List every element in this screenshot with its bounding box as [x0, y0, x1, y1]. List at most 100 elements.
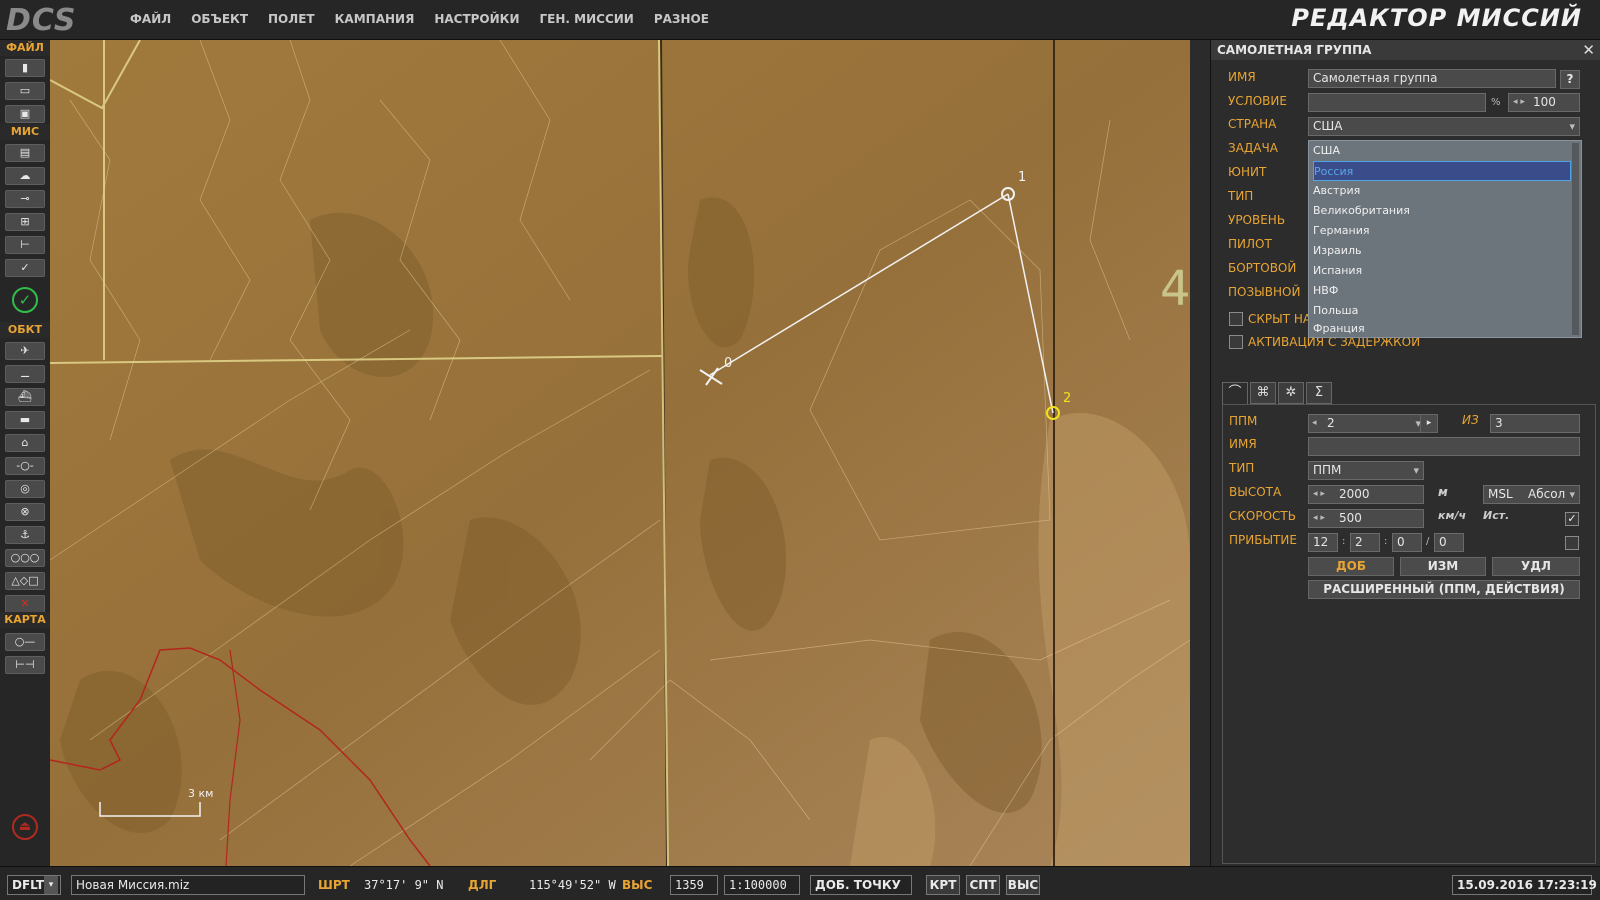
helicopter-icon[interactable]: ⚊: [5, 365, 45, 383]
help-button[interactable]: ?: [1560, 70, 1580, 89]
altitude-mode-button[interactable]: ВЫС: [1006, 875, 1040, 895]
dropdown-scrollbar[interactable]: [1572, 143, 1579, 335]
map-view[interactable]: 4 0 1 2 3 км: [50, 40, 1190, 866]
altitude-spinner[interactable]: ◂ ▸ 2000: [1308, 485, 1424, 504]
chevron-down-icon[interactable]: ▾: [44, 876, 58, 894]
longitude-label: ДЛГ: [468, 878, 497, 892]
menu-mission-generator[interactable]: ГЕН. МИССИИ: [530, 12, 644, 26]
country-option[interactable]: Германия: [1313, 221, 1571, 241]
arrival-second[interactable]: 0: [1434, 533, 1464, 552]
country-option[interactable]: Израиль: [1313, 241, 1571, 261]
country-dropdown-list[interactable]: США Россия Австрия Великобритания Герман…: [1308, 140, 1582, 338]
time-separator: :: [1384, 536, 1388, 547]
briefing-icon[interactable]: ▤: [5, 144, 45, 162]
waypoint-icon[interactable]: -○-: [5, 457, 45, 475]
delete-icon[interactable]: ✕: [5, 595, 45, 613]
wp-name-input[interactable]: [1308, 437, 1580, 456]
altitude-ref-select[interactable]: MSL Абсол: [1483, 485, 1580, 504]
bullseye-icon[interactable]: ⚓: [5, 526, 45, 544]
ship-icon[interactable]: ⛴: [5, 388, 45, 406]
next-waypoint-icon[interactable]: ▸: [1420, 414, 1438, 433]
check-icon[interactable]: ✓: [5, 259, 45, 277]
wp-type-select[interactable]: ППМ: [1308, 461, 1424, 480]
failures-icon[interactable]: ⊞: [5, 213, 45, 231]
map-canvas[interactable]: 4 0 1 2 3 км: [50, 40, 1190, 866]
map-options-icon[interactable]: ○—: [5, 633, 45, 651]
waypoint-label: ППМ: [1229, 414, 1258, 428]
speed-spinner[interactable]: ◂ ▸ 500: [1308, 509, 1424, 528]
country-option[interactable]: Франция: [1313, 319, 1571, 339]
triggers-icon[interactable]: ⊸: [5, 190, 45, 208]
advanced-actions-button[interactable]: РАСШИРЕННЫЙ (ППМ, ДЕЙСТВИЯ): [1308, 580, 1580, 599]
percent-sign: %: [1491, 97, 1501, 108]
condition-input[interactable]: [1308, 93, 1486, 112]
speed-locked-checkbox[interactable]: ✓: [1565, 512, 1579, 526]
ruler-icon[interactable]: ⊢⊣: [5, 656, 45, 674]
country-option[interactable]: Испания: [1313, 261, 1571, 281]
delete-waypoint-button[interactable]: УДЛ: [1492, 557, 1580, 576]
payload-tab-icon[interactable]: ✲: [1278, 382, 1304, 404]
weather-icon[interactable]: ☁: [5, 167, 45, 185]
close-icon[interactable]: ✕: [1582, 41, 1595, 59]
map-mode-button[interactable]: КРТ: [926, 875, 960, 895]
menu-flight[interactable]: ПОЛЕТ: [258, 12, 325, 26]
time-separator: /: [1426, 536, 1430, 547]
add-point-button[interactable]: ДОБ. ТОЧКУ: [810, 875, 912, 895]
ground-unit-icon[interactable]: ▬: [5, 411, 45, 429]
arrival-hour[interactable]: 2: [1350, 533, 1380, 552]
country-option[interactable]: НВФ: [1313, 281, 1571, 301]
group-name-input[interactable]: Самолетная группа: [1308, 69, 1556, 88]
panel-header: САМОЛЕТНАЯ ГРУППА ✕: [1211, 40, 1600, 60]
country-option[interactable]: Великобритания: [1313, 201, 1571, 221]
nav-point-icon[interactable]: ⊗: [5, 503, 45, 521]
edit-waypoint-button[interactable]: ИЗМ: [1400, 557, 1486, 576]
prev-waypoint-icon[interactable]: ◂: [1312, 415, 1317, 432]
template-icon[interactable]: ○○○: [5, 549, 45, 567]
trigger-zone-icon[interactable]: ◎: [5, 480, 45, 498]
probability-spinner[interactable]: ◂ ▸ 100: [1508, 93, 1580, 112]
country-option[interactable]: Польша: [1313, 301, 1571, 321]
satellite-mode-button[interactable]: СПТ: [966, 875, 1000, 895]
mission-ok-icon[interactable]: ✓: [12, 287, 38, 313]
skill-label: УРОВЕНЬ: [1228, 213, 1286, 227]
menu-campaign[interactable]: КАМПАНИЯ: [325, 12, 425, 26]
route-tab-icon[interactable]: ⌒: [1222, 382, 1248, 405]
wp-type-label: ТИП: [1229, 461, 1255, 475]
static-icon[interactable]: ⌂: [5, 434, 45, 452]
menu-settings[interactable]: НАСТРОЙКИ: [424, 12, 529, 26]
exit-icon[interactable]: ⏏: [12, 814, 38, 840]
new-file-icon[interactable]: ▮: [5, 59, 45, 77]
country-option[interactable]: США: [1313, 141, 1571, 161]
longitude-value: 115°49'52" W: [529, 878, 616, 892]
hidden-on-map-checkbox[interactable]: [1229, 312, 1243, 326]
targets-tab-icon[interactable]: ⌘: [1250, 382, 1276, 404]
late-activation-checkbox[interactable]: [1229, 335, 1243, 349]
waypoint-select[interactable]: ◂ 2: [1308, 414, 1426, 433]
menu-misc[interactable]: РАЗНОЕ: [644, 12, 719, 26]
status-bar: DFLT ▾ Новая Миссия.miz ШРТ 37°17' 9" N …: [0, 866, 1600, 900]
shapes-icon[interactable]: △◇□: [5, 572, 45, 590]
menu-file[interactable]: ФАЙЛ: [120, 12, 181, 26]
country-option-highlighted[interactable]: Россия: [1313, 161, 1571, 181]
goals-icon[interactable]: ⊢: [5, 236, 45, 254]
arrival-locked-checkbox[interactable]: [1565, 536, 1579, 550]
add-waypoint-button[interactable]: ДОБ: [1308, 557, 1394, 576]
save-icon[interactable]: ▣: [5, 105, 45, 123]
altitude-unit: м: [1438, 485, 1448, 499]
arrival-day[interactable]: 12: [1308, 533, 1338, 552]
time-separator: :: [1342, 536, 1346, 547]
probability-value: 100: [1533, 95, 1556, 109]
open-folder-icon[interactable]: ▭: [5, 82, 45, 100]
coalition-select[interactable]: DFLT ▾: [7, 875, 61, 895]
summary-tab-icon[interactable]: Σ: [1306, 382, 1332, 404]
section-objects: ОБКТ: [0, 322, 50, 338]
spinner-arrows-icon: ◂ ▸: [1513, 97, 1525, 107]
menu-object[interactable]: ОБЪЕКТ: [181, 12, 258, 26]
callsign-label: ПОЗЫВНОЙ: [1228, 285, 1301, 299]
airplane-icon[interactable]: ✈: [5, 342, 45, 360]
arrival-minute[interactable]: 0: [1392, 533, 1422, 552]
waypoint-value: 2: [1327, 416, 1335, 430]
country-option[interactable]: Австрия: [1313, 181, 1571, 201]
country-select[interactable]: США: [1308, 117, 1580, 136]
name-label: ИМЯ: [1228, 70, 1256, 84]
